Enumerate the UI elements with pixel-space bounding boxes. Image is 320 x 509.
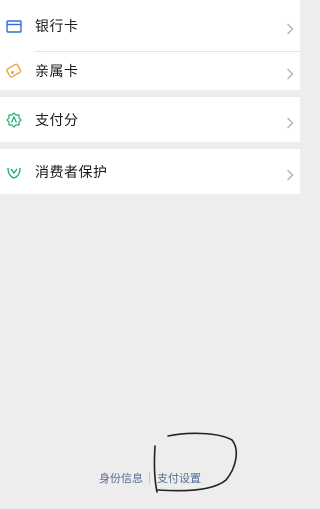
hand-drawn-circle-annotation	[153, 432, 238, 493]
bank-card-label: 银行卡	[35, 19, 79, 35]
chevron-right-icon	[286, 166, 294, 180]
card-section: 银行卡 亲属卡	[0, 0, 300, 90]
identity-info-link[interactable]: 身份信息	[99, 470, 143, 486]
chevron-right-icon	[286, 65, 294, 80]
consumer-protection-row[interactable]: 消费者保护	[0, 149, 300, 194]
pay-score-section: 支付分	[0, 97, 300, 142]
family-card-row[interactable]: 亲属卡	[0, 52, 300, 90]
bank-card-row[interactable]: 银行卡	[0, 0, 300, 52]
consumer-protection-label: 消费者保护	[35, 164, 108, 181]
consumer-protection-icon	[6, 164, 22, 180]
family-card-icon	[6, 63, 22, 79]
pay-score-label: 支付分	[35, 112, 79, 129]
family-card-label: 亲属卡	[35, 64, 79, 80]
consumer-protection-section: 消费者保护	[0, 149, 300, 194]
pay-score-icon	[6, 111, 22, 128]
chevron-right-icon	[286, 114, 294, 128]
chevron-right-icon	[286, 20, 294, 35]
pay-score-row[interactable]: 支付分	[0, 97, 300, 142]
bank-card-icon	[6, 18, 22, 34]
